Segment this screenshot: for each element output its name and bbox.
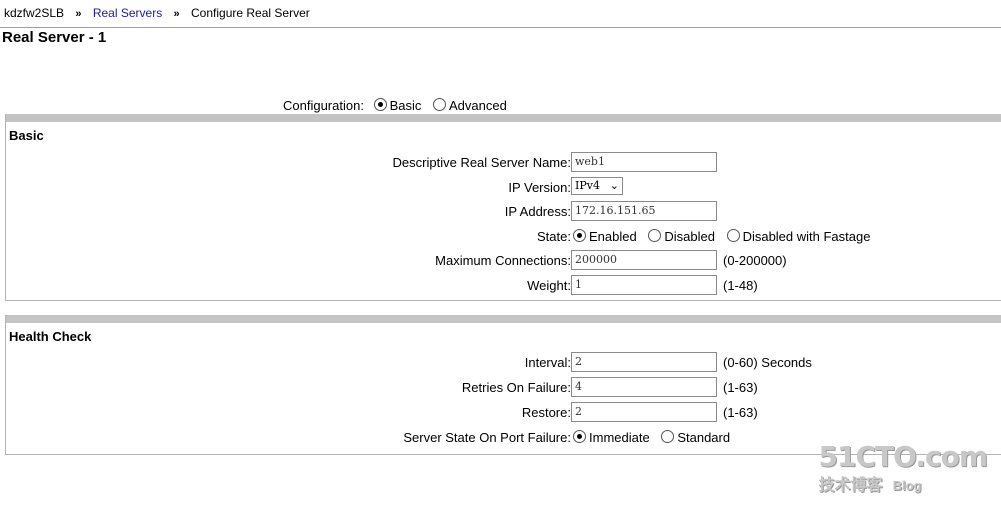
interval-label: Interval <box>524 355 568 370</box>
configuration-label: Configuration <box>283 98 361 113</box>
state-disabled-option[interactable]: Disabled <box>648 229 715 244</box>
breadcrumb-separator: » <box>75 8 82 20</box>
basic-panel: Basic Descriptive Real Server Name: web1… <box>5 114 1001 301</box>
state-enabled-label: Enabled <box>589 229 637 244</box>
page-title: Real Server - 1 <box>2 29 107 46</box>
watermark-main: 51CTO.com <box>818 440 988 473</box>
ip-version-value: IPv4 <box>575 179 600 192</box>
max-connections-label: Maximum Connections <box>435 253 568 268</box>
port-failure-standard-label: Standard <box>677 430 731 445</box>
breadcrumb-separator: » <box>173 8 180 20</box>
state-fastage-option[interactable]: Disabled with Fastage <box>726 229 871 244</box>
retries-label: Retries On Failure <box>461 380 568 395</box>
restore-label: Restore <box>521 405 568 420</box>
port-failure-standard-radio[interactable] <box>661 430 675 443</box>
watermark-blog: Blog <box>892 478 922 493</box>
state-enabled-radio[interactable] <box>573 229 586 242</box>
config-advanced-radio[interactable] <box>433 98 446 111</box>
port-failure-label: Server State On Port Failure <box>403 430 568 445</box>
server-name-label: Descriptive Real Server Name <box>392 155 568 170</box>
retries-hint: (1-63) <box>723 380 758 395</box>
restore-hint: (1-63) <box>723 405 758 420</box>
weight-hint: (1-48) <box>723 278 758 293</box>
row-state: State: Enabled Disabled Disabled with Fa… <box>537 229 871 244</box>
config-advanced-option[interactable]: Advanced <box>433 98 507 113</box>
breadcrumb-current: Configure Real Server <box>191 6 310 20</box>
panel-header-bar <box>6 315 1001 323</box>
state-fastage-radio[interactable] <box>726 229 740 242</box>
health-check-panel-title: Health Check <box>9 329 92 344</box>
breadcrumb: kdzfw2SLB » Real Servers » Configure Rea… <box>4 6 310 20</box>
state-disabled-radio[interactable] <box>648 229 662 242</box>
max-connections-hint: (0-200000) <box>723 253 787 268</box>
row-server-name: Descriptive Real Server Name: web1 <box>6 152 1001 174</box>
port-failure-standard-option[interactable]: Standard <box>661 430 730 445</box>
row-max-connections: Maximum Connections: 200000 (0-200000) <box>6 250 1001 272</box>
state-disabled-label: Disabled <box>664 229 715 244</box>
weight-input[interactable]: 1 <box>571 275 717 295</box>
config-basic-radio[interactable] <box>373 98 387 111</box>
ip-version-select[interactable]: IPv4 ⌄ <box>571 177 623 195</box>
state-fastage-label: Disabled with Fastage <box>742 229 871 244</box>
row-ip-version: IP Version: IPv4 ⌄ <box>6 177 1001 199</box>
configuration-mode: Configuration: Basic Advanced <box>283 98 507 113</box>
state-enabled-option[interactable]: Enabled <box>573 229 637 244</box>
max-connections-input[interactable]: 200000 <box>571 250 717 270</box>
row-restore: Restore: 2 (1-63) <box>6 402 1001 424</box>
header-divider <box>0 27 1001 28</box>
breadcrumb-host[interactable]: kdzfw2SLB <box>4 6 64 20</box>
port-failure-immediate-option[interactable]: Immediate <box>573 430 650 445</box>
config-basic-option[interactable]: Basic <box>373 98 422 113</box>
interval-input[interactable]: 2 <box>571 352 717 372</box>
server-name-input[interactable]: web1 <box>571 152 717 172</box>
row-weight: Weight: 1 (1-48) <box>6 275 1001 297</box>
weight-label: Weight <box>527 278 568 293</box>
watermark-sub: 技术博客 <box>818 477 883 494</box>
ip-address-input[interactable]: 172.16.151.65 <box>571 201 717 221</box>
state-label: State <box>537 229 568 244</box>
chevron-down-icon: ⌄ <box>609 179 619 192</box>
breadcrumb-real-servers-link[interactable]: Real Servers <box>93 6 162 20</box>
basic-panel-title: Basic <box>9 128 44 143</box>
watermark-logo: 51CTO.com 技术博客 Blog <box>818 440 988 495</box>
port-failure-immediate-radio[interactable] <box>573 430 586 443</box>
ip-version-label: IP Version <box>508 180 568 195</box>
row-retries: Retries On Failure: 4 (1-63) <box>6 377 1001 399</box>
row-interval: Interval: 2 (0-60) Seconds <box>6 352 1001 374</box>
health-check-panel: Health Check Interval: 2 (0-60) Seconds … <box>5 315 1001 455</box>
config-basic-label: Basic <box>389 98 422 113</box>
panel-header-bar <box>6 114 1001 122</box>
config-advanced-label: Advanced <box>449 98 507 113</box>
port-failure-immediate-label: Immediate <box>589 430 650 445</box>
ip-address-label: IP Address <box>504 204 568 219</box>
restore-input[interactable]: 2 <box>571 402 717 422</box>
interval-hint: (0-60) Seconds <box>723 355 812 370</box>
retries-input[interactable]: 4 <box>571 377 717 397</box>
row-ip-address: IP Address: 172.16.151.65 <box>6 201 1001 223</box>
